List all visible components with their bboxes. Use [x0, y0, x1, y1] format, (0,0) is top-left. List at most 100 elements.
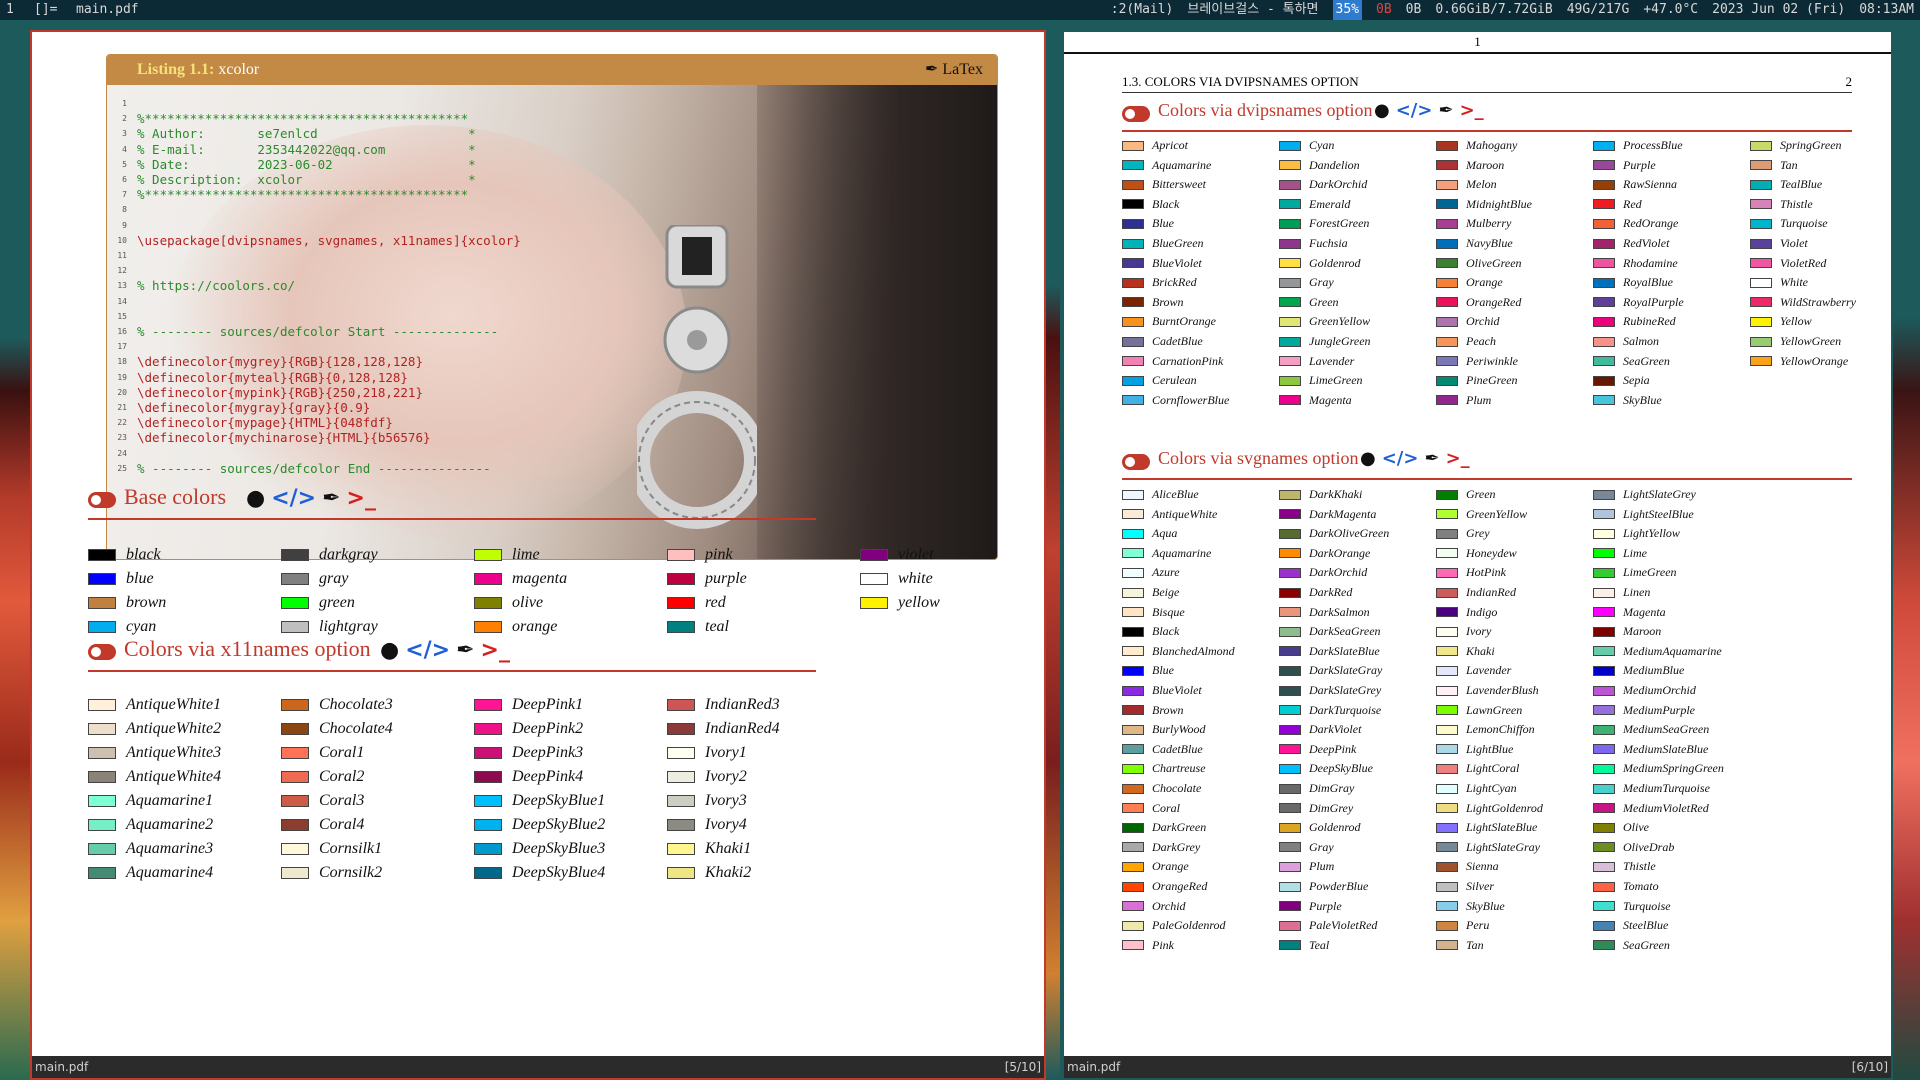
wallpaper-left	[0, 20, 30, 1080]
color-chip	[1279, 920, 1301, 931]
color-name: LightBlue	[1466, 741, 1514, 756]
color-name: Khaki1	[705, 840, 752, 857]
music-indicator[interactable]: 브레이브걸스 - 톡하면	[1187, 0, 1318, 20]
color-name: Chartreuse	[1152, 761, 1206, 776]
color-chip	[1750, 140, 1772, 151]
color-chip	[1279, 607, 1301, 618]
color-chip	[1279, 803, 1301, 814]
color-chip	[667, 819, 695, 831]
color-chip	[474, 771, 502, 783]
color-name: RedViolet	[1623, 236, 1670, 250]
color-swatch: LightGoldenrod	[1436, 801, 1543, 816]
color-name: MediumTurquoise	[1623, 781, 1710, 795]
color-chip	[1279, 277, 1301, 288]
workspace-indicator[interactable]: 1	[6, 0, 14, 20]
color-swatch: MediumSpringGreen	[1593, 761, 1724, 776]
color-name: PaleGoldenrod	[1152, 918, 1226, 933]
color-name: Purple	[1623, 157, 1656, 172]
color-swatch: Ivory4	[667, 816, 747, 834]
color-name: SkyBlue	[1623, 392, 1662, 407]
color-name: olive	[512, 594, 544, 611]
layout-indicator[interactable]: []=	[34, 0, 57, 20]
color-swatch: blue	[88, 570, 154, 588]
color-swatch: MediumVioletRed	[1593, 801, 1709, 816]
color-swatch: SkyBlue	[1436, 899, 1505, 914]
color-chip	[1593, 567, 1615, 578]
color-name: Coral2	[319, 768, 365, 785]
color-chip	[1436, 646, 1458, 657]
color-name: Honeydew	[1466, 545, 1517, 560]
color-name: Peru	[1466, 918, 1490, 933]
color-chip	[1593, 140, 1615, 151]
color-name: AntiqueWhite3	[126, 744, 222, 761]
color-chip	[1279, 665, 1301, 676]
color-chip	[1593, 489, 1615, 500]
color-swatch: NavyBlue	[1436, 236, 1513, 251]
color-name: DeepPink4	[512, 768, 584, 785]
volume-indicator[interactable]: 35%	[1332, 0, 1362, 20]
section-x11-colors: Colors via x11names option ● </> ✒ >_	[88, 636, 816, 672]
color-chip	[1436, 607, 1458, 618]
color-name: DarkOrchid	[1309, 177, 1368, 192]
color-chip	[1593, 160, 1615, 171]
color-name: blue	[126, 570, 154, 587]
color-swatch: RoyalBlue	[1593, 275, 1673, 290]
memory-indicator: 0.66GiB/7.72GiB	[1435, 2, 1553, 17]
toggle-icon	[1122, 106, 1150, 122]
color-name: Cornsilk1	[319, 840, 383, 857]
color-chip	[1279, 587, 1301, 598]
color-name: Coral3	[319, 792, 365, 809]
color-chip	[474, 723, 502, 735]
color-swatch: black	[88, 546, 161, 564]
color-swatch: OrangeRed	[1122, 879, 1207, 894]
color-swatch: RubineRed	[1593, 314, 1676, 329]
color-name: DeepPink1	[512, 696, 584, 713]
color-swatch: Mulberry	[1436, 216, 1511, 231]
color-chip	[1122, 724, 1144, 735]
color-name: AliceBlue	[1152, 487, 1199, 501]
color-name: DarkViolet	[1309, 722, 1362, 737]
color-name: OrangeRed	[1466, 294, 1522, 309]
color-swatch: VioletRed	[1750, 256, 1826, 271]
color-swatch: olive	[474, 594, 543, 612]
color-chip	[1122, 665, 1144, 676]
color-chip	[1122, 258, 1144, 269]
color-name: TealBlue	[1780, 177, 1823, 192]
color-chip	[474, 549, 502, 561]
color-chip	[1436, 881, 1458, 892]
pdf-window-left[interactable]: Listing 1.1: xcolor ✒ LaTex 1 2 %*********…	[30, 30, 1046, 1080]
page-divider	[1064, 52, 1891, 54]
color-name: Sepia	[1623, 373, 1650, 388]
color-name: Fuchsia	[1309, 236, 1348, 250]
color-swatch: MediumOrchid	[1593, 683, 1696, 698]
color-swatch: Goldenrod	[1279, 256, 1361, 271]
color-chip	[1436, 920, 1458, 931]
color-swatch: Cornsilk1	[281, 840, 382, 858]
pen-icon: ✒	[1424, 448, 1440, 469]
temperature-indicator: +47.0°C	[1643, 2, 1699, 17]
color-swatch: DarkRed	[1279, 585, 1352, 600]
color-chip	[281, 843, 309, 855]
color-swatch: Coral3	[281, 792, 364, 810]
color-name: SeaGreen	[1623, 937, 1670, 952]
color-chip	[88, 747, 116, 759]
color-chip	[1122, 277, 1144, 288]
color-name: SteelBlue	[1623, 918, 1669, 933]
color-chip	[474, 699, 502, 711]
color-name: violet	[898, 546, 934, 563]
color-swatch: LightSlateGrey	[1593, 487, 1696, 502]
color-chip	[1436, 375, 1458, 386]
color-swatch: pink	[667, 546, 733, 564]
color-name: Olive	[1623, 820, 1649, 835]
color-chip	[1593, 763, 1615, 774]
color-swatch: Olive	[1593, 820, 1649, 835]
color-name: WildStrawberry	[1780, 294, 1857, 309]
mail-indicator[interactable]: :2(Mail)	[1111, 0, 1174, 20]
color-name: lime	[512, 546, 540, 563]
color-swatch: Gray	[1279, 840, 1334, 855]
color-name: NavyBlue	[1466, 236, 1513, 250]
color-chip	[1122, 705, 1144, 716]
pdf-window-right[interactable]: 1 1.3. COLORS VIA DVIPSNAMES OPTION 2 Co…	[1062, 30, 1893, 1080]
color-name: AntiqueWhite4	[126, 768, 222, 785]
color-chip	[1436, 258, 1458, 269]
